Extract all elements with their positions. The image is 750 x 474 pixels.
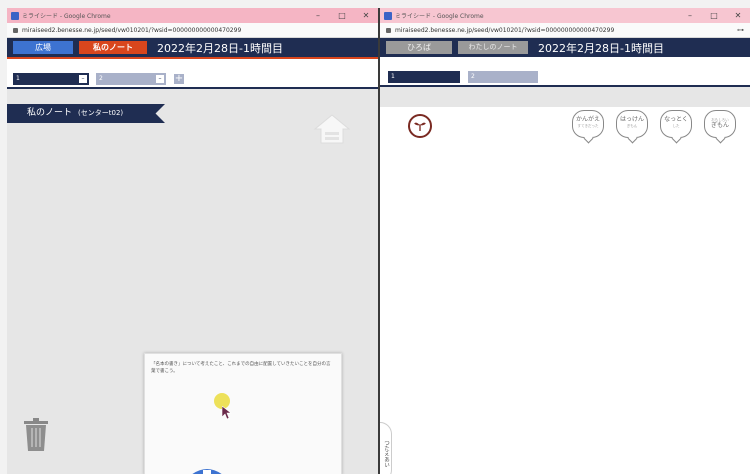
left-browser-window: ミライシード - Google Chrome – □ ✕ miraiseed2.… bbox=[7, 8, 378, 474]
page-tab-2[interactable]: 2 – bbox=[96, 73, 166, 85]
add-page-button[interactable]: + bbox=[174, 74, 184, 84]
sticky-note-text: 「名本の書き」について考えたこと、これまでの自由に配置していきたいことを自分の言… bbox=[151, 362, 331, 374]
note-owner-name: (センターt02) bbox=[78, 109, 124, 117]
my-note-tab[interactable]: わたしのノート bbox=[458, 41, 528, 54]
maximize-button[interactable]: □ bbox=[702, 11, 726, 20]
window-title: ミライシード - Google Chrome bbox=[395, 13, 484, 20]
key-icon[interactable]: ⊶ bbox=[737, 26, 744, 34]
lock-icon bbox=[386, 27, 391, 33]
lock-icon bbox=[13, 27, 18, 33]
page-tab-label: 2 bbox=[471, 73, 475, 80]
address-bar[interactable]: miraiseed2.benesse.ne.jp/seed/vw010201/?… bbox=[380, 23, 750, 38]
page-tab-minimize-icon[interactable]: – bbox=[156, 75, 164, 83]
page-tab-label: 2 bbox=[99, 75, 103, 82]
app-header: ひろば わたしのノート 2022年2月28日-1時間目 bbox=[380, 38, 750, 57]
page-tab-label: 1 bbox=[391, 73, 395, 80]
app-icon bbox=[11, 11, 19, 20]
upload-home-icon[interactable] bbox=[313, 113, 351, 145]
reaction-bubble-hakken[interactable]: はっけん ぎもん bbox=[616, 110, 648, 138]
note-title: 私のノート bbox=[27, 108, 73, 118]
page-tab-bar: 1 – 2 – + bbox=[7, 59, 378, 89]
left-titlebar: ミライシード - Google Chrome – □ ✕ bbox=[7, 8, 378, 23]
mouse-pointer-icon bbox=[222, 406, 232, 420]
page-tab-1[interactable]: 1 – bbox=[13, 73, 89, 85]
drawer-handle-icon[interactable] bbox=[187, 467, 227, 474]
minimize-button[interactable]: – bbox=[678, 11, 702, 20]
page-tab-label: 1 bbox=[16, 75, 20, 82]
right-titlebar: ミライシード - Google Chrome – □ ✕ bbox=[380, 8, 750, 23]
window-title: ミライシード - Google Chrome bbox=[22, 13, 111, 20]
reaction-sublabel: すてきだった bbox=[577, 124, 599, 128]
shared-board-canvas[interactable]: かんがえ すてきだった はっけん ぎもん なっとく した おもしろい ぎもん つ… bbox=[380, 107, 750, 474]
url-text[interactable]: miraiseed2.benesse.ne.jp/seed/vw010201/?… bbox=[395, 27, 737, 34]
lesson-date-title: 2022年2月28日-1時間目 bbox=[157, 41, 283, 55]
close-button[interactable]: ✕ bbox=[354, 11, 378, 20]
reaction-sublabel: した bbox=[672, 124, 680, 128]
app-header: 広場 私のノート 2022年2月28日-1時間目 bbox=[7, 38, 378, 57]
trash-icon[interactable] bbox=[23, 417, 49, 453]
sprout-icon[interactable] bbox=[408, 114, 432, 138]
reaction-bubble-gimon[interactable]: おもしろい ぎもん bbox=[704, 110, 736, 138]
reaction-label: ぎもん bbox=[710, 122, 729, 129]
lesson-date-title: 2022年2月28日-1時間目 bbox=[538, 41, 664, 55]
maximize-button[interactable]: □ bbox=[330, 11, 354, 20]
hiroba-tab[interactable]: ひろば bbox=[386, 41, 452, 54]
reaction-label: かんがえ bbox=[575, 116, 600, 123]
hiroba-tab[interactable]: 広場 bbox=[13, 41, 73, 54]
reaction-sublabel: ぎもん bbox=[626, 124, 638, 128]
sticky-note-card[interactable]: 「名本の書き」について考えたこと、これまでの自由に配置していきたいことを自分の言… bbox=[144, 353, 342, 474]
reaction-label: はっけん bbox=[619, 116, 644, 123]
page-tab-minimize-icon[interactable]: – bbox=[79, 75, 87, 83]
close-button[interactable]: ✕ bbox=[726, 11, 750, 20]
url-text[interactable]: miraiseed2.benesse.ne.jp/seed/vw010201/?… bbox=[22, 27, 378, 34]
reaction-bubble-kangae[interactable]: かんがえ すてきだった bbox=[572, 110, 604, 138]
minimize-button[interactable]: – bbox=[306, 11, 330, 20]
share-drawer-handle[interactable]: つたえあい bbox=[380, 422, 392, 474]
app-icon bbox=[384, 11, 392, 20]
page-tab-bar: 1 2 bbox=[380, 57, 750, 87]
address-bar[interactable]: miraiseed2.benesse.ne.jp/seed/vw010201/?… bbox=[7, 23, 378, 38]
page-tab-2[interactable]: 2 bbox=[468, 71, 538, 83]
page-tab-1[interactable]: 1 bbox=[388, 71, 460, 83]
reaction-bubble-nattoku[interactable]: なっとく した bbox=[660, 110, 692, 138]
reaction-label: なっとく bbox=[664, 116, 688, 123]
note-owner-label: 私のノート (センターt02) bbox=[7, 104, 165, 123]
my-note-tab[interactable]: 私のノート bbox=[79, 41, 147, 54]
right-browser-window: ミライシード - Google Chrome – □ ✕ miraiseed2.… bbox=[380, 8, 750, 474]
